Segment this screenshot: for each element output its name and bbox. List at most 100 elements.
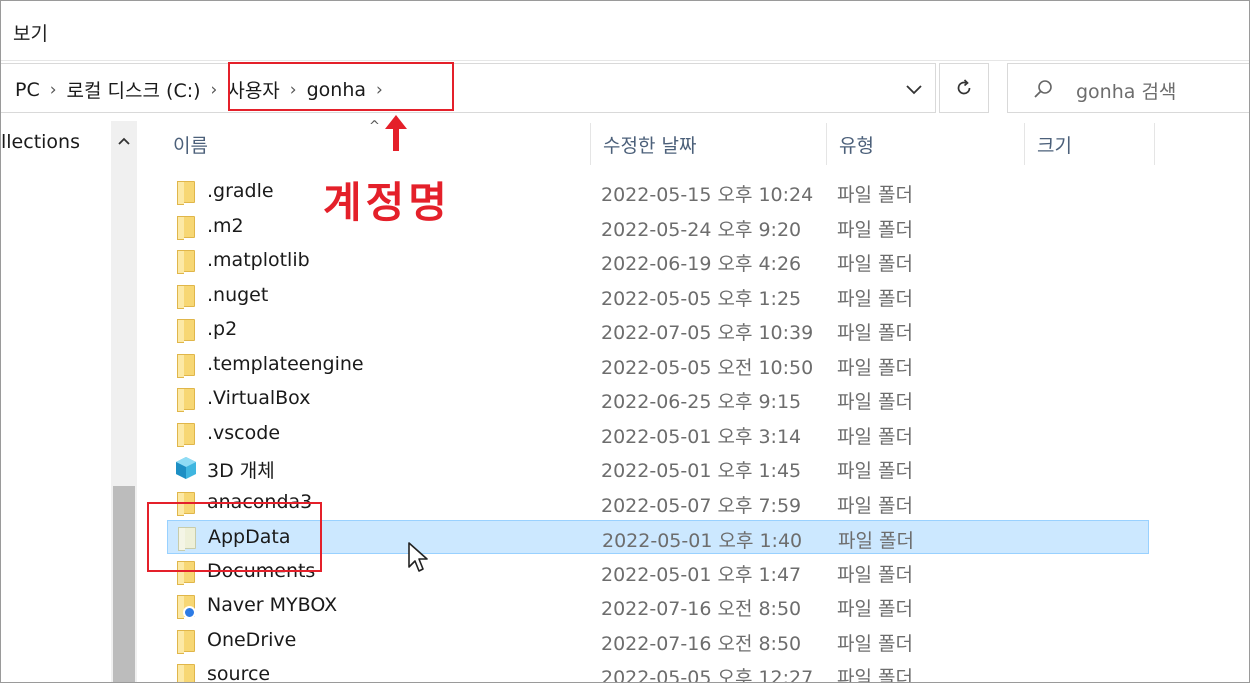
file-name: .m2 (207, 214, 244, 237)
file-date: 2022-05-01 오후 1:40 (602, 530, 803, 552)
folder-icon (175, 215, 197, 240)
search-icon (1034, 80, 1052, 98)
file-row[interactable]: OneDrive 2022-07-16 오전 8:50 파일 폴더 (167, 624, 1149, 658)
sort-ascending-icon: ^ (369, 119, 380, 134)
file-row[interactable]: source 2022-05-05 오후 12:27 파일 폴더 (167, 658, 1149, 683)
file-name: .vscode (207, 421, 281, 444)
file-date: 2022-07-05 오후 10:39 (601, 322, 814, 344)
file-type: 파일 폴더 (837, 253, 913, 275)
file-type: 파일 폴더 (837, 287, 913, 310)
crumb-local-disk[interactable]: 로컬 디스크 (C:) (63, 76, 205, 103)
nav-scrollbar[interactable] (111, 121, 137, 682)
file-row[interactable]: .VirtualBox 2022-06-25 오후 9:15 파일 폴더 (167, 382, 1149, 416)
scroll-up-button[interactable] (111, 129, 137, 153)
file-name: 3D 개체 (207, 460, 275, 482)
navigation-pane: llections (1, 115, 137, 682)
folder-icon (175, 629, 197, 654)
file-type: 파일 폴더 (837, 425, 913, 448)
file-explorer-window: 보기 PC › 로컬 디스크 (C:) › 사용자 › gonha › gonh… (0, 0, 1250, 683)
file-type: 파일 폴더 (838, 530, 914, 552)
column-header-type[interactable]: 유형 (827, 123, 1025, 165)
file-row[interactable]: .matplotlib 2022-06-19 오후 4:26 파일 폴더 (167, 244, 1149, 278)
folder-icon (175, 318, 197, 343)
column-headers: ^ 이름 수정한 날짜 유형 크기 (161, 119, 1161, 165)
file-row[interactable]: .gradle 2022-05-15 오후 10:24 파일 폴더 (167, 175, 1149, 209)
address-history-button[interactable] (901, 78, 927, 102)
column-header-name[interactable]: ^ 이름 (161, 119, 591, 165)
folder-icon (175, 284, 197, 309)
refresh-button[interactable] (939, 63, 989, 113)
refresh-icon (957, 79, 971, 95)
annotation-box-appdata (147, 502, 322, 572)
file-type: 파일 폴더 (837, 598, 913, 620)
nav-item-collections[interactable]: llections (1, 131, 101, 153)
column-type-label: 유형 (839, 135, 874, 157)
column-name-label: 이름 (173, 135, 208, 157)
chevron-right-icon[interactable]: › (44, 80, 63, 100)
file-date: 2022-07-16 오전 8:50 (601, 632, 802, 655)
file-date: 2022-05-15 오후 10:24 (601, 184, 814, 206)
folder-icon (175, 353, 197, 378)
ribbon-menu: 보기 (1, 1, 1249, 61)
search-input[interactable]: gonha 검색 (1007, 63, 1249, 113)
file-date: 2022-06-19 오후 4:26 (601, 253, 802, 275)
file-type: 파일 폴더 (837, 356, 913, 379)
file-date: 2022-06-25 오후 9:15 (601, 391, 802, 413)
file-name: .nuget (207, 283, 269, 306)
file-name: .p2 (207, 318, 238, 340)
chevron-down-icon (906, 85, 922, 95)
file-row[interactable]: .templateengine 2022-05-05 오전 10:50 파일 폴더 (167, 348, 1149, 382)
file-date: 2022-05-07 오후 7:59 (601, 494, 802, 517)
search-placeholder: gonha 검색 (1076, 81, 1177, 103)
file-type: 파일 폴더 (837, 563, 913, 586)
folder-icon (175, 663, 197, 682)
file-name: .gradle (207, 180, 274, 202)
folder-icon (175, 180, 197, 205)
file-name: source (207, 663, 271, 683)
file-type: 파일 폴더 (837, 322, 913, 344)
file-name: .VirtualBox (207, 387, 311, 409)
folder-icon (175, 422, 197, 447)
file-date: 2022-05-24 오후 9:20 (601, 218, 802, 241)
file-type: 파일 폴더 (837, 460, 913, 482)
arrow-up-icon (385, 115, 407, 151)
scrollbar-thumb[interactable] (113, 486, 135, 682)
annotation-box-path (228, 62, 454, 111)
file-row[interactable]: Naver MYBOX 2022-07-16 오전 8:50 파일 폴더 (167, 589, 1149, 623)
mouse-cursor-icon (408, 542, 428, 572)
column-date-label: 수정한 날짜 (603, 135, 697, 157)
file-row[interactable]: .nuget 2022-05-05 오후 1:25 파일 폴더 (167, 279, 1149, 313)
column-size-label: 크기 (1037, 135, 1072, 157)
file-date: 2022-05-01 오후 1:45 (601, 460, 802, 482)
file-list: .gradle 2022-05-15 오후 10:24 파일 폴더 .m2 2022-0… (161, 164, 1161, 683)
file-row[interactable]: .m2 2022-05-24 오후 9:20 파일 폴더 (167, 210, 1149, 244)
partial-row (167, 164, 1149, 170)
file-date: 2022-05-05 오전 10:50 (601, 356, 814, 379)
file-type: 파일 폴더 (837, 184, 913, 206)
address-bar[interactable]: PC › 로컬 디스크 (C:) › 사용자 › gonha › (1, 63, 936, 113)
column-header-size[interactable]: 크기 (1025, 123, 1155, 165)
file-name: Naver MYBOX (207, 594, 338, 616)
file-type: 파일 폴더 (837, 632, 913, 655)
file-date: 2022-05-05 오후 12:27 (601, 667, 814, 683)
file-name: .templateengine (207, 352, 364, 375)
file-date: 2022-05-05 오후 1:25 (601, 287, 802, 310)
file-row[interactable]: .vscode 2022-05-01 오후 3:14 파일 폴더 (167, 417, 1149, 451)
file-name: OneDrive (207, 628, 297, 651)
folder-icon (175, 249, 197, 274)
crumb-pc[interactable]: PC (11, 79, 44, 101)
file-type: 파일 폴더 (837, 667, 913, 683)
file-row[interactable]: 3D 개체 2022-05-01 오후 1:45 파일 폴더 (167, 451, 1149, 485)
annotation-label: 계정명 (323, 178, 451, 227)
3d-objects-icon (175, 456, 197, 480)
file-date: 2022-05-01 오후 1:47 (601, 563, 802, 586)
column-header-date[interactable]: 수정한 날짜 (591, 123, 827, 165)
folder-icon (175, 387, 197, 412)
file-name: .matplotlib (207, 249, 310, 271)
chevron-right-icon[interactable]: › (205, 80, 224, 100)
menu-view[interactable]: 보기 (13, 19, 48, 46)
file-row[interactable]: .p2 2022-07-05 오후 10:39 파일 폴더 (167, 313, 1149, 347)
file-date: 2022-07-16 오전 8:50 (601, 598, 802, 620)
file-date: 2022-05-01 오후 3:14 (601, 425, 802, 448)
file-type: 파일 폴더 (837, 218, 913, 241)
